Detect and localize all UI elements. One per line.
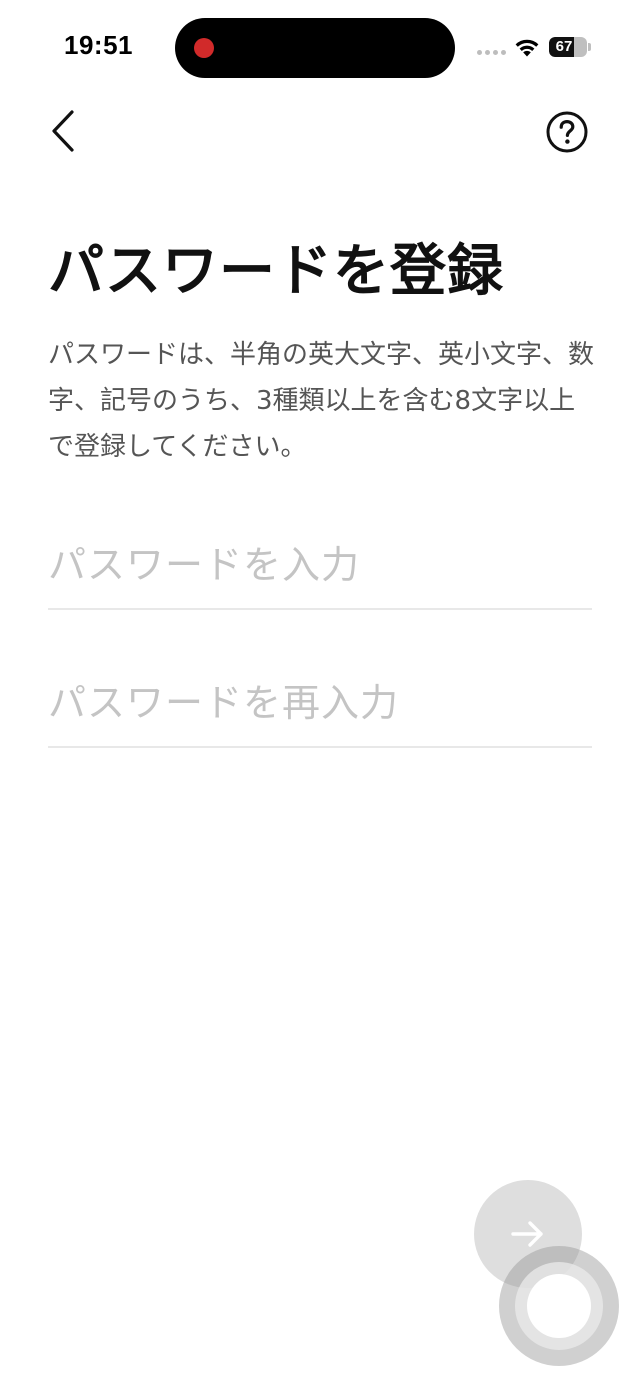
wifi-icon — [515, 39, 539, 57]
battery-level: 67 — [555, 38, 573, 55]
battery-icon: 67 — [549, 37, 587, 57]
assistive-touch-icon — [527, 1274, 591, 1338]
dynamic-island — [175, 18, 455, 78]
recording-indicator-icon — [194, 38, 214, 58]
status-bar: 19:51 67 — [0, 0, 640, 96]
chevron-left-icon — [52, 110, 74, 152]
battery-tip — [588, 43, 591, 51]
password-confirm-input[interactable] — [48, 668, 592, 748]
cellular-signal-icon — [477, 50, 506, 55]
question-circle-icon — [546, 111, 588, 153]
password-requirements-text: パスワードは、半角の英大文字、英小文字、数字、記号のうち、3種類以上を含む8文字… — [48, 340, 595, 462]
back-button[interactable] — [40, 104, 92, 160]
help-button[interactable] — [543, 108, 591, 156]
page-title: パスワードを登録 — [48, 239, 504, 304]
password-input[interactable] — [48, 530, 592, 610]
arrow-right-icon — [511, 1221, 543, 1247]
assistive-touch-button[interactable] — [499, 1246, 619, 1366]
status-time: 19:51 — [64, 30, 133, 60]
